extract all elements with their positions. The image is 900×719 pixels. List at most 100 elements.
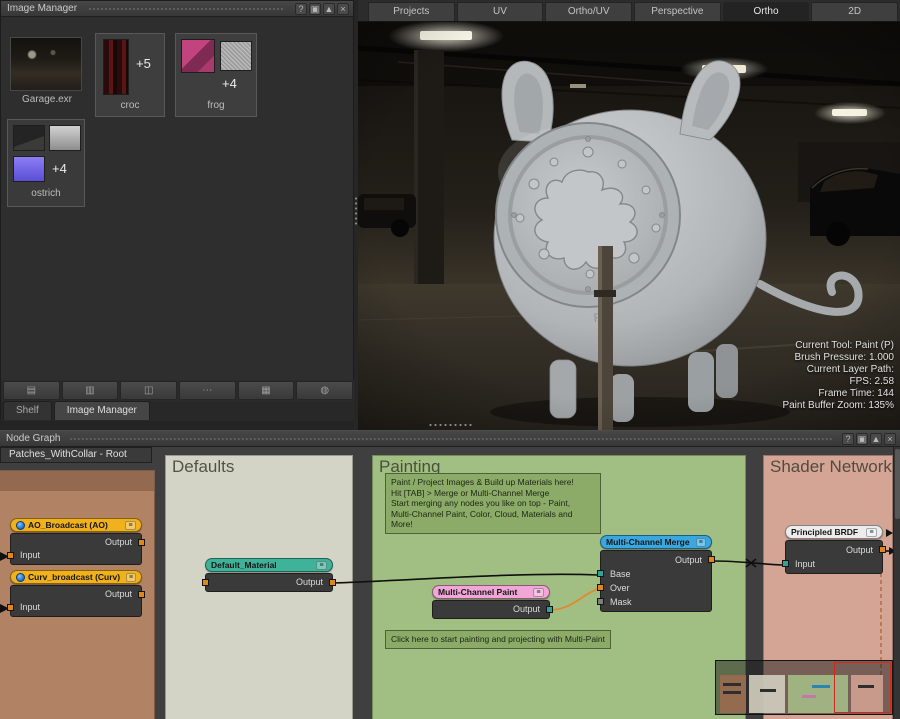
port-label: Base	[610, 569, 631, 579]
menu-icon[interactable]: ≡	[696, 538, 706, 547]
output-port[interactable]	[138, 539, 145, 546]
port-label: Output	[513, 604, 540, 614]
count-badge: +4	[52, 161, 67, 176]
input-port[interactable]	[782, 560, 789, 567]
input-port-over[interactable]	[597, 584, 604, 591]
minimap-group	[749, 675, 785, 713]
node-title: Multi-Channel Merge	[606, 537, 690, 547]
menu-icon[interactable]: ≡	[125, 521, 136, 530]
ostrich-thumbnail-3	[13, 156, 45, 182]
image-manager-titlebar[interactable]: Image Manager ? ▣ ▲ ×	[1, 1, 353, 17]
collapse-icon[interactable]: ▲	[323, 3, 335, 15]
node-title: Principled BRDF	[791, 527, 858, 537]
close-icon[interactable]: ×	[884, 433, 896, 445]
viewport-3d-canvas[interactable]: R Current Tool: Paint (P) Brush Pressure…	[358, 22, 900, 430]
image-item-garage[interactable]: Garage.exr	[7, 37, 87, 111]
comment-paint-info[interactable]: Paint / Project Images & Build up Materi…	[385, 473, 601, 534]
image-label: ostrich	[8, 188, 84, 199]
tab-projects[interactable]: Projects	[368, 2, 455, 21]
input-port[interactable]	[7, 552, 14, 559]
menu-icon[interactable]: ≡	[316, 561, 327, 570]
group-band	[0, 471, 154, 491]
output-port[interactable]	[546, 606, 553, 613]
tab-image-manager[interactable]: Image Manager	[54, 401, 150, 420]
input-port[interactable]	[202, 579, 209, 586]
garage-thumbnail	[10, 37, 82, 91]
menu-icon[interactable]: ≡	[866, 528, 877, 537]
tab-2d[interactable]: 2D	[811, 2, 898, 21]
im-toolbar-button-3[interactable]: ◫	[120, 381, 177, 400]
tab-perspective[interactable]: Perspective	[634, 2, 721, 21]
drag-handle[interactable]	[70, 435, 832, 443]
collapse-icon[interactable]: ▲	[870, 433, 882, 445]
dock-icon[interactable]: ▣	[856, 433, 868, 445]
port-label: Output	[105, 537, 132, 547]
tab-ortho[interactable]: Ortho	[723, 2, 810, 21]
node-graph-minimap[interactable]	[715, 660, 893, 715]
croc-thumbnail	[103, 39, 129, 95]
tab-ortho-uv[interactable]: Ortho/UV	[545, 2, 632, 21]
image-label: Garage.exr	[7, 94, 87, 105]
frog-thumbnail-2	[220, 41, 252, 71]
image-label: frog	[176, 100, 256, 111]
input-port-mask[interactable]	[597, 598, 604, 605]
viewport-hud: Current Tool: Paint (P) Brush Pressure: …	[782, 340, 894, 412]
input-port-base[interactable]	[597, 570, 604, 577]
node-ao-broadcast[interactable]: AO_Broadcast (AO) ≡ Output Input	[10, 518, 142, 565]
input-port[interactable]	[7, 604, 14, 611]
node-graph-titlebar[interactable]: Node Graph ? ▣ ▲ ×	[0, 431, 900, 447]
output-port[interactable]	[138, 591, 145, 598]
output-port[interactable]	[329, 579, 336, 586]
tab-shelf[interactable]: Shelf	[3, 401, 52, 420]
node-curv-broadcast[interactable]: Curv_broadcast (Curv) ≡ Output Input	[10, 570, 142, 617]
node-graph-canvas[interactable]: Patches_WithCollar - Root Defaults Paint…	[0, 447, 900, 719]
image-label: croc	[96, 100, 164, 111]
node-graph-scrollbar[interactable]	[893, 447, 900, 719]
port-label: Output	[296, 577, 323, 587]
minimap-group	[720, 675, 746, 713]
node-graph-panel: Node Graph ? ▣ ▲ × Patches_WithCollar - …	[0, 430, 900, 719]
ostrich-thumbnail	[13, 125, 45, 151]
node-principled-brdf[interactable]: Principled BRDF ≡ Output Input	[785, 525, 883, 574]
port-label: Output	[675, 555, 702, 565]
help-icon[interactable]: ?	[842, 433, 854, 445]
broadcast-icon	[16, 573, 25, 582]
menu-icon[interactable]: ≡	[533, 588, 544, 597]
output-port[interactable]	[879, 546, 886, 553]
port-label: Output	[846, 545, 873, 555]
drag-handle[interactable]	[87, 5, 285, 13]
image-manager-toolbar: ▤ ▥ ◫ ⋯ ▦ ◍	[1, 380, 355, 401]
port-label: Output	[105, 589, 132, 599]
node-graph-context-tab[interactable]: Patches_WithCollar - Root	[0, 447, 152, 463]
dock-icon[interactable]: ▣	[309, 3, 321, 15]
ostrich-thumbnail-2	[49, 125, 81, 151]
port-label: Input	[20, 550, 40, 560]
image-item-ostrich[interactable]: +4 ostrich	[7, 119, 85, 207]
node-title: Default_Material	[211, 560, 277, 570]
hud-frame-time: Frame Time: 144	[782, 388, 894, 400]
mari-application: Image Manager ? ▣ ▲ × Garage.exr +5 croc	[0, 0, 900, 719]
comment-click-here[interactable]: Click here to start painting and project…	[385, 630, 611, 649]
im-toolbar-button-2[interactable]: ▥	[62, 381, 119, 400]
node-multi-channel-merge[interactable]: Multi-Channel Merge ≡ Output Base Over M…	[600, 535, 712, 612]
broadcast-icon	[16, 521, 25, 530]
port-label: Over	[610, 583, 630, 593]
node-multi-channel-paint[interactable]: Multi-Channel Paint ≡ Output	[432, 585, 550, 619]
image-item-croc[interactable]: +5 croc	[95, 33, 165, 117]
im-toolbar-button-4[interactable]: ⋯	[179, 381, 236, 400]
help-icon[interactable]: ?	[295, 3, 307, 15]
image-manager-tabbar: Shelf Image Manager	[1, 401, 355, 421]
menu-icon[interactable]: ≡	[126, 573, 136, 582]
scrollbar-handle[interactable]	[895, 449, 900, 519]
output-port[interactable]	[708, 556, 715, 563]
im-toolbar-button-6[interactable]: ◍	[296, 381, 353, 400]
im-toolbar-button-1[interactable]: ▤	[3, 381, 60, 400]
minimap-view-rect[interactable]	[834, 662, 891, 713]
image-item-frog[interactable]: +4 frog	[175, 33, 257, 117]
node-default-material[interactable]: Default_Material ≡ Output	[205, 558, 333, 592]
minimap-node	[723, 691, 741, 694]
tab-uv[interactable]: UV	[457, 2, 544, 21]
horizontal-splitter[interactable]	[428, 423, 472, 429]
close-icon[interactable]: ×	[337, 3, 349, 15]
im-toolbar-button-5[interactable]: ▦	[238, 381, 295, 400]
